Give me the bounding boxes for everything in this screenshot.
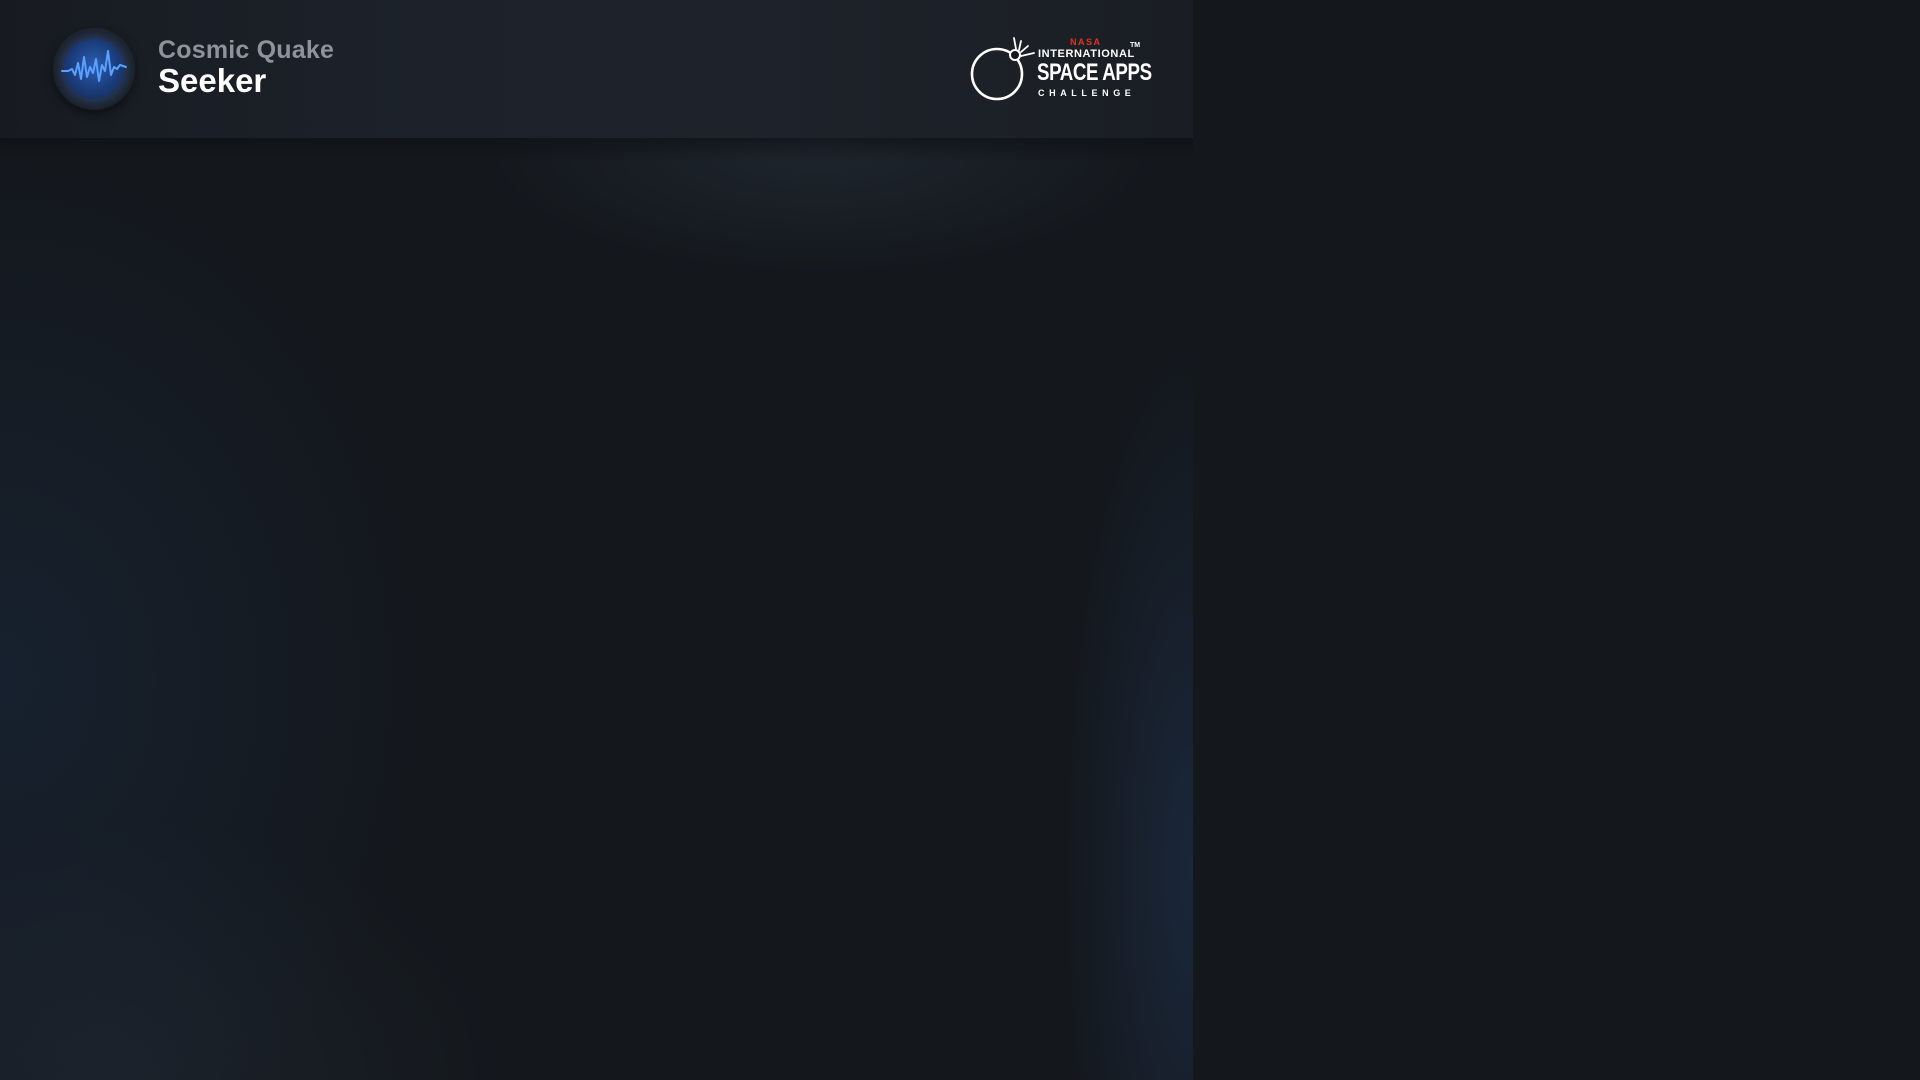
sponsor-line-challenge: CHALLENGE [1038,88,1136,98]
app-logo[interactable] [54,29,134,109]
brand-name-line2: Seeker [158,62,267,99]
space-apps-logo: NASA TM INTERNATIONAL SPACE APPS CHALLEN… [968,36,1152,102]
header-bar: Cosmic Quake Seeker NASA TM INTERNATIONA… [0,0,1193,138]
seismic-wave-icon [61,50,127,82]
main-panel: Cosmic Quake Seeker NASA TM INTERNATIONA… [0,0,1193,1080]
right-panel [1193,0,1920,1080]
sponsor-line-space-apps: SPACE APPS [1037,59,1152,86]
header-shadow [0,138,1193,162]
brand-name-line1: Cosmic Quake [158,36,335,64]
app-window: Cosmic Quake Seeker NASA TM INTERNATIONA… [0,0,1920,1080]
nasa-label: NASA [1070,37,1102,47]
